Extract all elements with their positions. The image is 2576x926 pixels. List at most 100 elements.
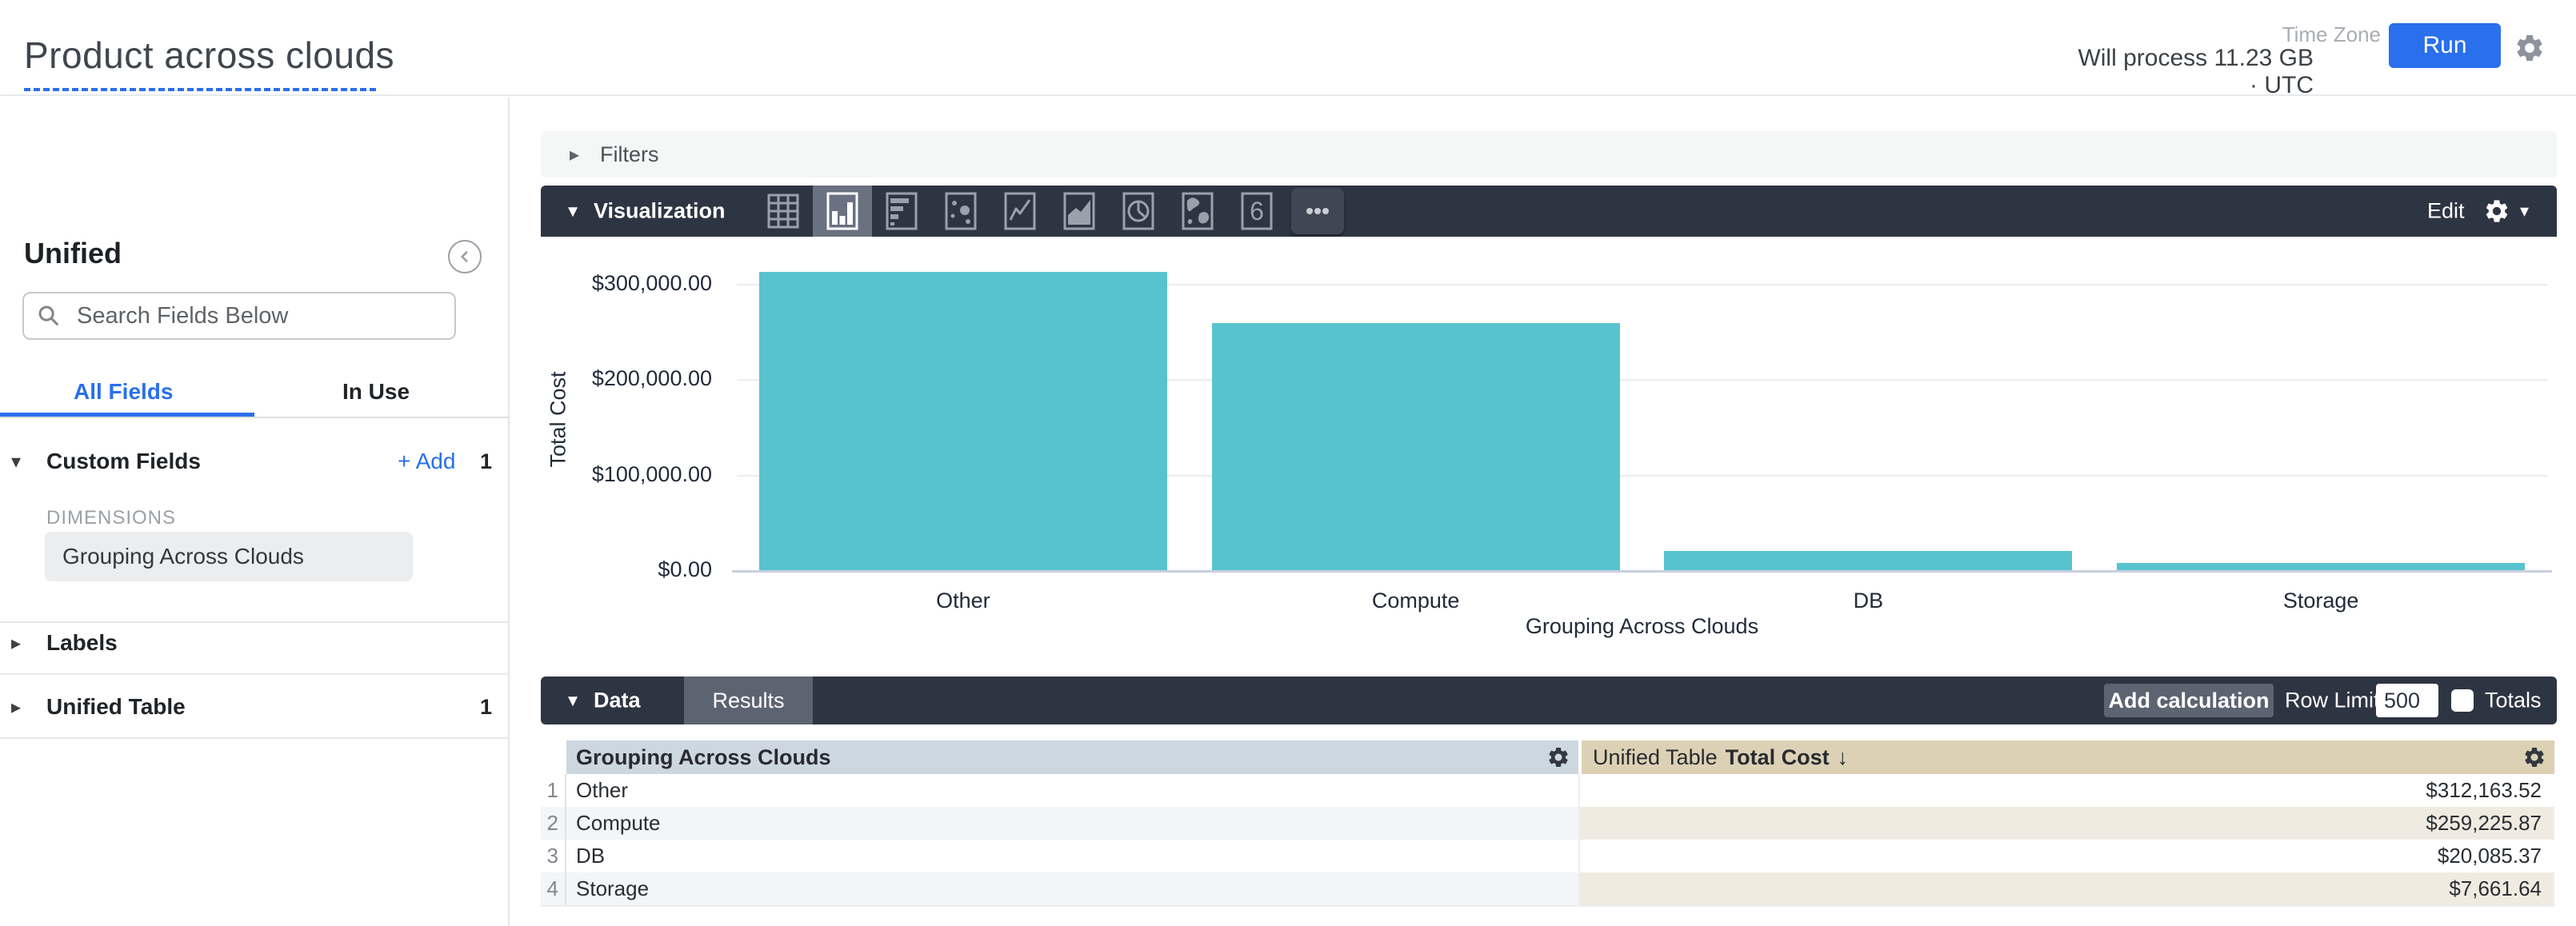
filters-section-header[interactable]: ▸ Filters [541, 131, 2557, 178]
viz-type-bar-chart-icon[interactable] [872, 186, 931, 237]
dimension-cell[interactable]: DB [566, 840, 1578, 872]
sort-desc-icon[interactable]: ↓ [1838, 745, 1849, 770]
explore-settings-gear-icon[interactable] [2514, 32, 2546, 64]
column-gear-icon[interactable] [1546, 745, 1570, 769]
sidebar-tabs: All Fields In Use [0, 379, 510, 417]
x-tick-label: DB [1642, 589, 2095, 613]
y-tick-label: $300,000.00 [541, 271, 712, 296]
sidebar-item-labels[interactable]: ▸ Labels [0, 623, 510, 663]
row-number: 4 [541, 872, 566, 905]
query-size-status: Will process 11.23 GB · UTC [2072, 45, 2314, 99]
dimension-cell[interactable]: Compute [566, 807, 1578, 840]
sidebar-item-unified-table[interactable]: ▸ Unified Table 1 [0, 687, 510, 727]
divider [0, 737, 510, 739]
column-gear-icon[interactable] [2522, 745, 2546, 769]
bar-compute[interactable] [1212, 323, 1620, 570]
totals-label: Totals [2485, 689, 2542, 713]
table-row: 2Compute$259,225.87 [541, 807, 2554, 840]
measure-cell[interactable]: $312,163.52 [1578, 774, 2554, 807]
table-row: 3DB$20,085.37 [541, 840, 2554, 872]
title-edit-underline [24, 88, 376, 91]
viz-type-map-icon[interactable] [1168, 186, 1227, 237]
measure-cell[interactable]: $259,225.87 [1578, 807, 2554, 840]
svg-text:6: 6 [1250, 197, 1264, 226]
dimension-header-label: Grouping Across Clouds [576, 745, 831, 770]
search-input[interactable] [77, 303, 413, 329]
visualization-label[interactable]: Visualization [594, 199, 726, 224]
x-tick-label: Storage [2094, 589, 2547, 613]
data-label[interactable]: Data [594, 689, 641, 713]
viz-type-scatter-icon[interactable] [931, 186, 990, 237]
table-header-row: Grouping Across Clouds Unified Table Tot… [541, 740, 2554, 774]
add-custom-field-button[interactable]: + Add [398, 449, 455, 474]
caret-right-icon: ▸ [570, 143, 579, 166]
viz-type-area-chart-icon[interactable] [1050, 186, 1109, 237]
data-section-header: ▾ Data Results Add calculation Row Limit… [541, 677, 2557, 724]
top-header: Product across clouds Time Zone Will pro… [0, 0, 2576, 96]
tab-in-use[interactable]: In Use [342, 379, 410, 417]
bar-storage[interactable] [2117, 563, 2525, 570]
viz-type-table-icon[interactable] [754, 186, 813, 237]
y-tick-label: $0.00 [541, 557, 712, 582]
column-header-grouping-across-clouds[interactable]: Grouping Across Clouds [566, 740, 1578, 774]
dimension-cell[interactable]: Storage [566, 872, 1578, 905]
row-number: 3 [541, 840, 566, 872]
sidebar-collapse-button[interactable] [448, 240, 482, 273]
column-header-total-cost[interactable]: Unified Table Total Cost ↓ [1578, 740, 2554, 774]
bar-db[interactable] [1664, 551, 2072, 570]
row-limit-input[interactable] [2376, 684, 2438, 717]
viz-type-pie-chart-icon[interactable] [1109, 186, 1168, 237]
unified-table-label: Unified Table [46, 694, 186, 720]
table-row: 1Other$312,163.52 [541, 774, 2554, 807]
caret-down-icon[interactable]: ▾ [568, 200, 578, 223]
table-row: 4Storage$7,661.64 [541, 872, 2554, 905]
time-zone-label[interactable]: Time Zone [2277, 22, 2381, 47]
measure-cell[interactable]: $7,661.64 [1578, 872, 2554, 905]
dimensions-group-label: DIMENSIONS [46, 507, 176, 529]
x-tick-label: Other [737, 589, 1190, 613]
caret-down-icon[interactable]: ▾ [568, 689, 578, 712]
visualization-section-header: ▾ Visualization 6 Edit ▾ [541, 186, 2557, 237]
field-label: Grouping Across Clouds [62, 544, 304, 569]
measure-cell[interactable]: $20,085.37 [1578, 840, 2554, 872]
caret-right-icon[interactable]: ▸ [0, 696, 32, 719]
custom-fields-count: 1 [480, 449, 492, 474]
row-number-header [541, 740, 566, 774]
tab-all-fields[interactable]: All Fields [74, 379, 173, 417]
results-table: Grouping Across Clouds Unified Table Tot… [541, 740, 2554, 907]
viz-type-column-chart-icon[interactable] [813, 186, 872, 237]
filters-label: Filters [600, 142, 659, 167]
viz-settings-gear-icon[interactable] [2483, 198, 2510, 225]
x-axis-title: Grouping Across Clouds [737, 614, 2547, 639]
viz-type-picker: 6 [754, 186, 1344, 237]
bar-chart: Total Cost $0.00$100,000.00$200,000.00$3… [541, 237, 2557, 677]
tab-row-border [0, 417, 510, 418]
page-title[interactable]: Product across clouds [24, 34, 394, 77]
labels-label: Labels [46, 630, 118, 656]
viz-type-single-value-icon[interactable]: 6 [1227, 186, 1286, 237]
add-calculation-button[interactable]: Add calculation [2104, 684, 2274, 717]
table-bottom-border [541, 905, 2554, 907]
sidebar-item-custom-fields[interactable]: ▾ Custom Fields + Add 1 [0, 441, 510, 481]
run-button[interactable]: Run [2389, 23, 2501, 68]
field-picker-sidebar: Unified All Fields In Use ▾ Custom Field… [0, 98, 510, 926]
search-icon [37, 304, 61, 328]
table-body: 1Other$312,163.522Compute$259,225.873DB$… [541, 774, 2554, 905]
viz-settings-caret-down-icon[interactable]: ▾ [2520, 201, 2529, 222]
y-tick-label: $100,000.00 [541, 462, 712, 487]
viz-type-more-icon[interactable] [1291, 188, 1344, 234]
row-limit-label: Row Limit [2285, 689, 2380, 713]
totals-checkbox[interactable] [2451, 689, 2474, 712]
field-search-box[interactable] [22, 292, 456, 340]
caret-right-icon[interactable]: ▸ [0, 632, 32, 655]
dimension-cell[interactable]: Other [566, 774, 1578, 807]
field-grouping-across-clouds[interactable]: Grouping Across Clouds [45, 532, 413, 581]
results-tab[interactable]: Results [684, 677, 813, 724]
chevron-left-icon [454, 246, 475, 267]
caret-down-icon[interactable]: ▾ [0, 450, 32, 473]
unified-table-count: 1 [480, 695, 492, 720]
viz-type-line-chart-icon[interactable] [990, 186, 1050, 237]
bar-other[interactable] [759, 272, 1167, 570]
viz-edit-button[interactable]: Edit [2427, 199, 2465, 224]
row-number: 2 [541, 807, 566, 840]
